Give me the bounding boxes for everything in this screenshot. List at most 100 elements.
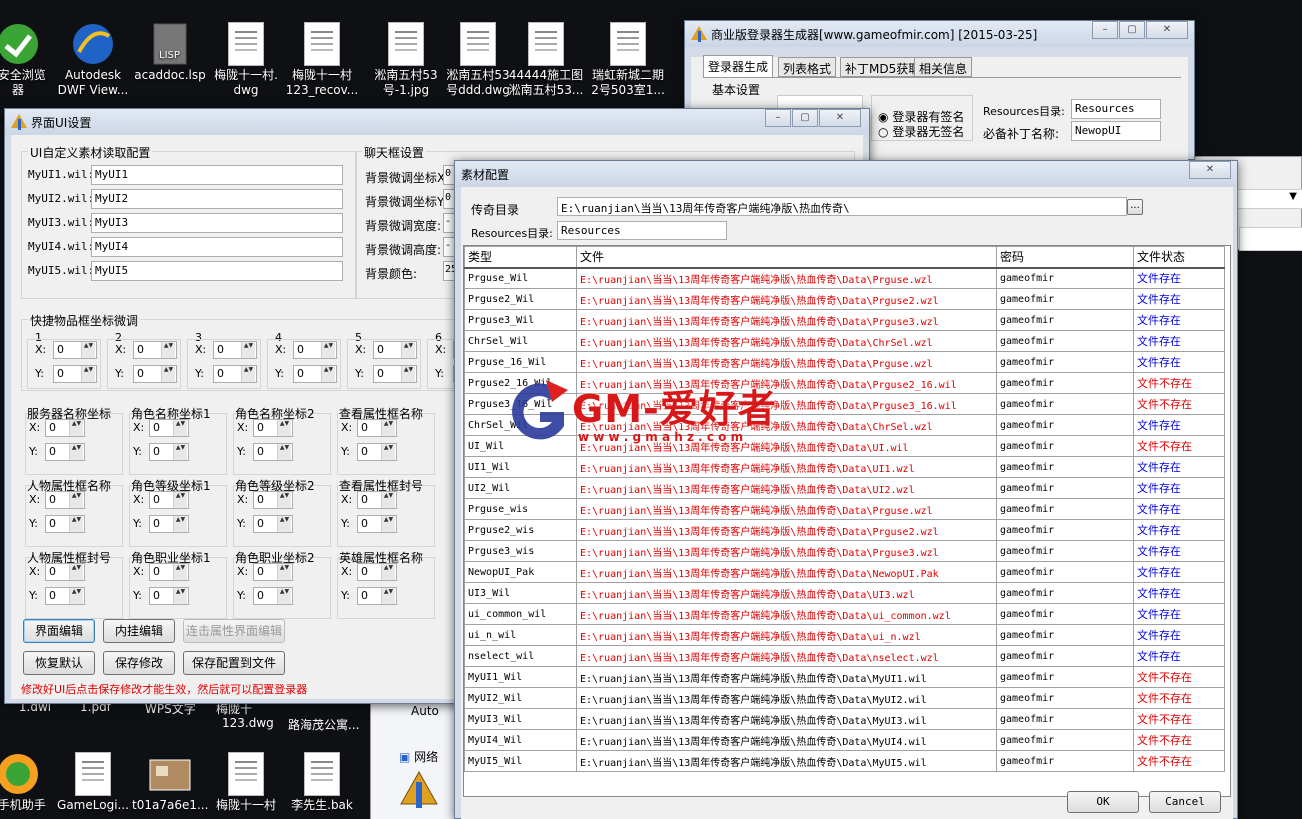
coord-y-spinner[interactable]: 0 — [45, 443, 85, 461]
quick-slot-x-spinner[interactable]: 0 — [213, 341, 257, 359]
title-bar[interactable]: 素材配置 ✕ — [455, 161, 1237, 187]
table-row[interactable]: MyUI5_Wil E:\ruanjian\当当\13周年传奇客户端纯净版\热血传… — [464, 750, 1231, 772]
table-row[interactable]: MyUI2_Wil E:\ruanjian\当当\13周年传奇客户端纯净版\热血传… — [464, 687, 1231, 709]
table-row[interactable]: ui_n_wil E:\ruanjian\当当\13周年传奇客户端纯净版\热血传奇… — [464, 624, 1231, 646]
tab-patch-md5[interactable]: 补丁MD5获取 — [840, 57, 926, 77]
ui-edit-button[interactable]: 界面编辑 — [23, 619, 95, 643]
coord-x-spinner[interactable]: 0 — [149, 419, 189, 437]
table-row[interactable]: Prguse_Wil E:\ruanjian\当当\13周年传奇客户端纯净版\热血… — [464, 267, 1231, 289]
coord-x-spinner[interactable]: 0 — [149, 491, 189, 509]
chevron-down-icon[interactable]: ▼ — [1289, 191, 1297, 202]
radio-unsigned[interactable]: ○ 登录器无签名 — [878, 123, 964, 140]
desktop-icon[interactable]: 梅陇十一村 — [208, 752, 284, 813]
quick-slot-x-spinner[interactable]: 0 — [133, 341, 177, 359]
coord-x-spinner[interactable]: 0 — [357, 419, 397, 437]
table-row[interactable]: ChrSel_Wil E:\ruanjian\当当\13周年传奇客户端纯净版\热血… — [464, 414, 1231, 436]
quick-slot-y-spinner[interactable]: 0 — [53, 365, 97, 383]
desktop-label-partial[interactable]: 123.dwg — [222, 716, 274, 730]
coord-y-spinner[interactable]: 0 — [357, 443, 397, 461]
quick-slot-x-spinner[interactable]: 0 — [293, 341, 337, 359]
quick-slot-y-spinner[interactable]: 0 — [293, 365, 337, 383]
coord-x-spinner[interactable]: 0 — [45, 491, 85, 509]
legend-dir-input[interactable]: E:\ruanjian\当当\13周年传奇客户端纯净版\热血传奇\ — [557, 197, 1127, 216]
close-icon[interactable]: ✕ — [1189, 161, 1231, 179]
desktop-icon[interactable]: 0手机助手 — [0, 752, 56, 813]
coord-y-spinner[interactable]: 0 — [357, 515, 397, 533]
save-changes-button[interactable]: 保存修改 — [103, 651, 175, 675]
desktop-icon[interactable]: GameLogi... — [55, 752, 131, 813]
quick-slot-x-spinner[interactable]: 0 — [53, 341, 97, 359]
table-row[interactable]: Prguse2_16_Wil E:\ruanjian\当当\13周年传奇客户端纯净… — [464, 372, 1231, 394]
close-icon[interactable]: ✕ — [1146, 21, 1188, 39]
table-row[interactable]: MyUI4_Wil E:\ruanjian\当当\13周年传奇客户端纯净版\热血传… — [464, 729, 1231, 751]
coord-x-spinner[interactable]: 0 — [45, 419, 85, 437]
nav-item-autodesk[interactable]: Auto — [411, 704, 439, 718]
table-row[interactable]: Prguse3_16_Wil E:\ruanjian\当当\13周年传奇客户端纯净… — [464, 393, 1231, 415]
table-row[interactable]: MyUI3_Wil E:\ruanjian\当当\13周年传奇客户端纯净版\热血传… — [464, 708, 1231, 730]
maximize-icon[interactable]: ▢ — [1119, 21, 1145, 39]
coord-x-spinner[interactable]: 0 — [149, 563, 189, 581]
minimize-icon[interactable]: – — [765, 109, 791, 127]
desktop-icon[interactable]: 李先生.bak — [284, 752, 360, 813]
desktop-icon[interactable]: 0安全浏览 器 — [0, 22, 56, 98]
table-row[interactable]: ChrSel_Wil E:\ruanjian\当当\13周年传奇客户端纯净版\热血… — [464, 330, 1231, 352]
browse-button[interactable]: ... — [1127, 199, 1143, 215]
desktop-label-partial[interactable]: 路海茂公寓... — [288, 716, 359, 733]
tab-info[interactable]: 相关信息 — [914, 57, 973, 77]
table-row[interactable]: MyUI1_Wil E:\ruanjian\当当\13周年传奇客户端纯净版\热血传… — [464, 666, 1231, 688]
column-header-type[interactable]: 类型 — [464, 246, 577, 269]
quick-slot-y-spinner[interactable]: 0 — [373, 365, 417, 383]
patch-name-input[interactable]: NewopUI — [1071, 121, 1161, 141]
table-row[interactable]: ui_common_wil E:\ruanjian\当当\13周年传奇客户端纯净版… — [464, 603, 1231, 625]
coord-x-spinner[interactable]: 0 — [253, 491, 293, 509]
combo-attr-edit-button[interactable]: 连击属性界面编辑 — [183, 619, 285, 643]
desktop-icon[interactable]: 淞南五村53 号-1.jpg — [368, 22, 444, 98]
desktop-icon[interactable]: 44444施工图 淞南五村53... — [508, 22, 584, 98]
quick-slot-y-spinner[interactable]: 0 — [133, 365, 177, 383]
resources-dir-input[interactable]: Resources — [557, 221, 727, 240]
coord-y-spinner[interactable]: 0 — [45, 587, 85, 605]
coord-y-spinner[interactable]: 0 — [149, 443, 189, 461]
ok-button[interactable]: OK — [1067, 791, 1139, 813]
quick-slot-y-spinner[interactable]: 0 — [213, 365, 257, 383]
column-header-status[interactable]: 文件状态 — [1133, 246, 1225, 269]
column-header-file[interactable]: 文件 — [576, 246, 997, 269]
coord-y-spinner[interactable]: 0 — [149, 587, 189, 605]
coord-y-spinner[interactable]: 0 — [253, 443, 293, 461]
minimize-icon[interactable]: – — [1092, 21, 1118, 39]
coord-y-spinner[interactable]: 0 — [45, 515, 85, 533]
tab-list-format[interactable]: 列表格式 — [778, 57, 837, 77]
resources-input[interactable]: Resources — [1071, 99, 1161, 119]
nav-item-network[interactable]: ▣ 网络 — [399, 748, 438, 765]
desktop-icon[interactable]: LISP acaddoc.lsp — [132, 22, 208, 83]
title-bar[interactable]: 商业版登录器生成器[www.gameofmir.com] [2015-03-25… — [685, 21, 1194, 47]
desktop-icon[interactable]: Autodesk DWF View... — [55, 22, 131, 98]
table-row[interactable]: Prguse2_Wil E:\ruanjian\当当\13周年传奇客户端纯净版\热… — [464, 288, 1231, 310]
table-row[interactable]: NewopUI_Pak E:\ruanjian\当当\13周年传奇客户端纯净版\热… — [464, 561, 1231, 583]
myui-input[interactable]: MyUI3 — [91, 213, 343, 233]
myui-input[interactable]: MyUI2 — [91, 189, 343, 209]
table-row[interactable]: Prguse_16_Wil E:\ruanjian\当当\13周年传奇客户端纯净版… — [464, 351, 1231, 373]
title-bar[interactable]: 界面UI设置 – ▢ ✕ — [5, 109, 869, 135]
desktop-icon[interactable]: t01a7a6e1... — [132, 752, 208, 813]
coord-y-spinner[interactable]: 0 — [357, 587, 397, 605]
restore-default-button[interactable]: 恢复默认 — [23, 651, 95, 675]
coord-y-spinner[interactable]: 0 — [149, 515, 189, 533]
close-icon[interactable]: ✕ — [819, 109, 861, 127]
coord-y-spinner[interactable]: 0 — [253, 515, 293, 533]
coord-x-spinner[interactable]: 0 — [253, 563, 293, 581]
desktop-icon[interactable]: 梅陇十一村. dwg — [208, 22, 284, 98]
table-row[interactable]: nselect_wil E:\ruanjian\当当\13周年传奇客户端纯净版\热… — [464, 645, 1231, 667]
plugin-edit-button[interactable]: 内挂编辑 — [103, 619, 175, 643]
table-row[interactable]: UI3_Wil E:\ruanjian\当当\13周年传奇客户端纯净版\热血传奇\… — [464, 582, 1231, 604]
coord-x-spinner[interactable]: 0 — [357, 563, 397, 581]
coord-x-spinner[interactable]: 0 — [45, 563, 85, 581]
table-row[interactable]: UI1_Wil E:\ruanjian\当当\13周年传奇客户端纯净版\热血传奇\… — [464, 456, 1231, 478]
quick-slot-x-spinner[interactable]: 0 — [373, 341, 417, 359]
desktop-icon[interactable]: 淞南五村53 号ddd.dwg — [440, 22, 516, 98]
myui-input[interactable]: MyUI1 — [91, 165, 343, 185]
table-row[interactable]: Prguse3_Wil E:\ruanjian\当当\13周年传奇客户端纯净版\热… — [464, 309, 1231, 331]
table-row[interactable]: Prguse2_wis E:\ruanjian\当当\13周年传奇客户端纯净版\热… — [464, 519, 1231, 541]
table-row[interactable]: Prguse_wis E:\ruanjian\当当\13周年传奇客户端纯净版\热血… — [464, 498, 1231, 520]
coord-y-spinner[interactable]: 0 — [253, 587, 293, 605]
